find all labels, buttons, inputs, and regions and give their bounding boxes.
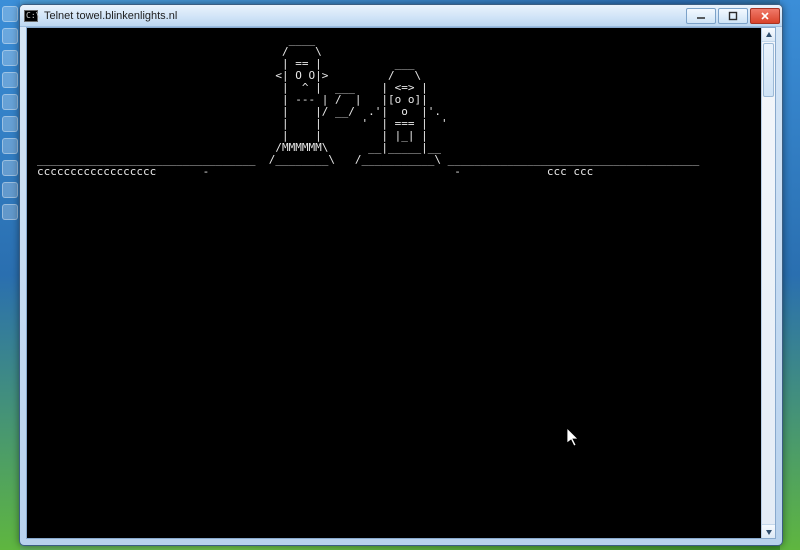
- app-window: Telnet towel.blinkenlights.nl ____: [19, 4, 783, 546]
- terminal-output: ____ / \ | == | ___ <| O O|> / \: [27, 28, 761, 538]
- desktop-icon[interactable]: [2, 138, 18, 154]
- window-title: Telnet towel.blinkenlights.nl: [44, 10, 177, 22]
- client-area: ____ / \ | == | ___ <| O O|> / \: [26, 27, 776, 539]
- desktop-icon[interactable]: [2, 72, 18, 88]
- maximize-icon: [728, 11, 738, 21]
- vertical-scrollbar[interactable]: [761, 28, 775, 538]
- close-icon: [760, 11, 770, 21]
- desktop-right-strip: [780, 0, 800, 550]
- desktop-icon[interactable]: [2, 6, 18, 22]
- minimize-icon: [696, 11, 706, 21]
- desktop-icon[interactable]: [2, 204, 18, 220]
- cmd-prompt-icon: [24, 10, 38, 22]
- desktop-icon[interactable]: [2, 182, 18, 198]
- scroll-down-button[interactable]: [762, 524, 775, 538]
- desktop-icon[interactable]: [2, 28, 18, 44]
- titlebar[interactable]: Telnet towel.blinkenlights.nl: [20, 5, 782, 27]
- window-control-buttons: [686, 8, 780, 24]
- minimize-button[interactable]: [686, 8, 716, 24]
- scroll-up-button[interactable]: [762, 28, 775, 42]
- desktop-left-strip: [0, 0, 20, 550]
- desktop-icon[interactable]: [2, 116, 18, 132]
- close-button[interactable]: [750, 8, 780, 24]
- chevron-down-icon: [765, 528, 773, 536]
- chevron-up-icon: [765, 31, 773, 39]
- desktop-icon[interactable]: [2, 94, 18, 110]
- maximize-button[interactable]: [718, 8, 748, 24]
- scroll-thumb[interactable]: [763, 43, 774, 97]
- desktop-icon[interactable]: [2, 160, 18, 176]
- desktop-icon[interactable]: [2, 50, 18, 66]
